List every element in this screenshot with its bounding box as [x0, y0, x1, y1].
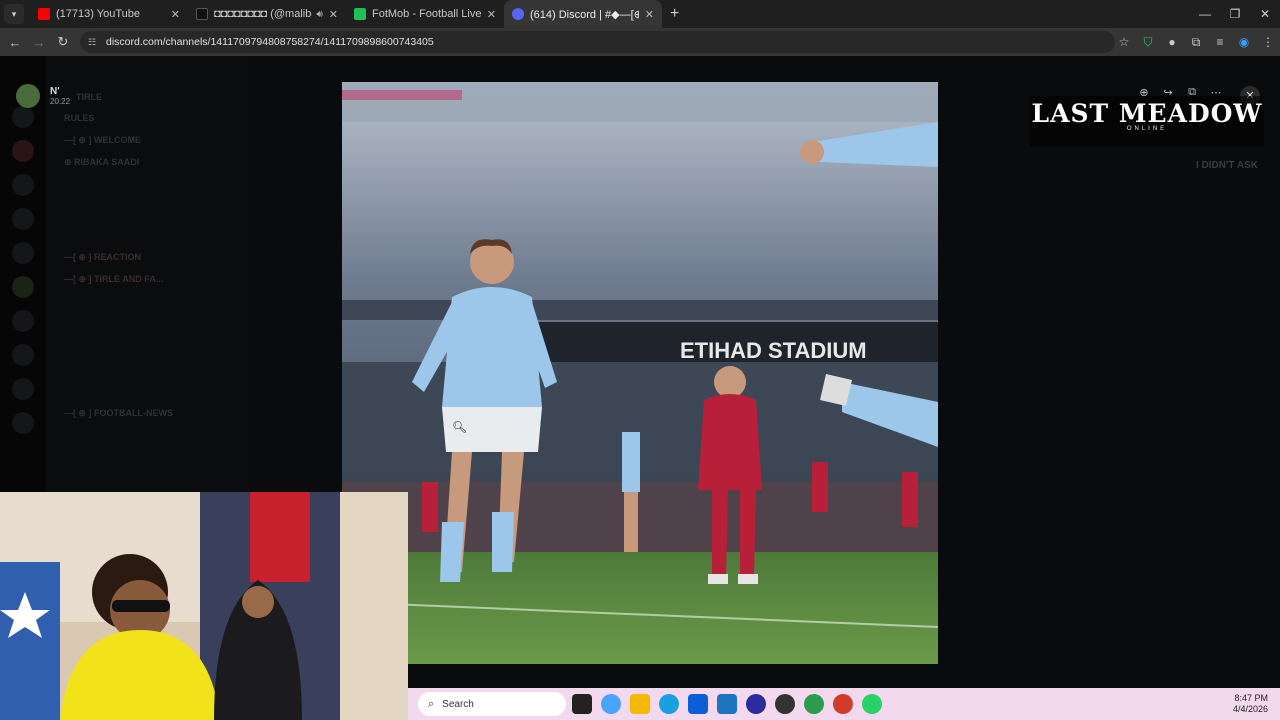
server-icon[interactable] [12, 310, 34, 332]
youtube-favicon-icon [38, 8, 50, 20]
message-time: 20:22 [50, 97, 71, 106]
back-arrow-icon[interactable]: ← [3, 35, 27, 50]
tiktok-favicon-icon [196, 8, 208, 20]
username: N' [50, 86, 60, 97]
puzzle-extensions-icon[interactable]: ⧉ [1184, 35, 1208, 50]
tab-strip: ▾ (17713) YouTube ✕ ◘◘◘◘◘◘◘◘ (@maliboy1 … [0, 0, 1280, 28]
tab-search-button[interactable]: ▾ [4, 4, 24, 24]
reading-list-icon[interactable]: ≡ [1208, 35, 1232, 49]
minimize-icon[interactable]: — [1190, 0, 1220, 28]
fotmob-favicon-icon [354, 8, 366, 20]
address-bar[interactable]: ☷ discord.com/channels/14117097948087582… [80, 31, 1115, 53]
circle-extension-icon[interactable]: ● [1160, 35, 1184, 49]
bookmark-star-icon[interactable]: ☆ [1112, 35, 1136, 49]
browser-toolbar: ← → ↻ ☷ discord.com/channels/14117097948… [0, 28, 1280, 56]
file-explorer-icon[interactable] [630, 694, 650, 714]
tab-discord[interactable]: (614) Discord | #◆—[⊕·⑦]REA ✕ [504, 0, 662, 28]
kebab-menu-icon[interactable]: ⋮ [1256, 35, 1280, 49]
tab-youtube[interactable]: (17713) YouTube ✕ [30, 0, 188, 28]
close-tab-icon[interactable]: ✕ [171, 8, 180, 21]
tab-fotmob[interactable]: FotMob - Football Live Scores ✕ [346, 0, 504, 28]
profile-avatar-icon[interactable]: ◉ [1232, 35, 1256, 49]
logo-main-text: LAST MEADOW [1031, 99, 1263, 128]
pinned-apps [572, 694, 891, 714]
reload-icon[interactable]: ↻ [51, 34, 75, 50]
server-icon[interactable] [12, 412, 34, 434]
tab-title: FotMob - Football Live Scores [372, 8, 481, 20]
copilot-icon[interactable] [601, 694, 621, 714]
chrome-profile-icon[interactable] [833, 694, 853, 714]
channel-item[interactable]: —[ ⊕ ] FOOTBALL-NEWS [64, 408, 173, 419]
server-icon[interactable] [12, 174, 34, 196]
webcam-overlay [0, 492, 408, 720]
avatar[interactable] [16, 84, 40, 108]
window-controls: — ❐ ✕ [1190, 0, 1280, 28]
channel-item[interactable]: —[ ⊕ ] WELCOME [64, 135, 141, 146]
new-tab-plus-icon[interactable]: + [670, 5, 679, 23]
tab-tiktok[interactable]: ◘◘◘◘◘◘◘◘ (@maliboy1 🔊︎ ✕ [188, 0, 346, 28]
server-icon[interactable] [12, 378, 34, 400]
obs-icon[interactable] [775, 694, 795, 714]
store-icon[interactable] [688, 694, 708, 714]
last-meadow-logo: LAST MEADOW ONLINE [1030, 96, 1264, 146]
webcam-image [0, 492, 408, 720]
server-icon[interactable] [12, 208, 34, 230]
clock-date: 4/4/2026 [1232, 704, 1268, 714]
outlook-icon[interactable] [717, 694, 737, 714]
whatsapp-icon[interactable] [862, 694, 882, 714]
zoom-cursor-icon: 🔍︎ [452, 420, 468, 434]
close-window-icon[interactable]: ✕ [1250, 0, 1280, 28]
task-view-icon[interactable] [572, 694, 592, 714]
close-tab-icon[interactable]: ✕ [645, 8, 654, 21]
server-icon[interactable] [12, 242, 34, 264]
channel-item[interactable]: ⊕ RIBAKA SAADI [64, 157, 139, 168]
site-info-icon[interactable]: ☷ [88, 37, 100, 48]
channel-item[interactable]: —[ ⊕ ] REACTION [64, 252, 141, 263]
shield-extension-icon[interactable]: ⛉ [1136, 35, 1160, 50]
close-tab-icon[interactable]: ✕ [487, 8, 496, 21]
toolbar-actions: ☆ ⛉ ● ⧉ ≡ ◉ ⋮ [1112, 28, 1280, 56]
stadium-banner: ETIHAD STADIUM [680, 338, 867, 363]
user-profile[interactable]: N' 20:22 [16, 84, 70, 108]
dim-badge: I DIDN'T ASK [1196, 160, 1259, 171]
system-clock[interactable]: 8:47 PM 4/4/2026 [1233, 693, 1268, 715]
server-icon[interactable] [12, 140, 34, 162]
search-icon: ⌕ [428, 697, 435, 710]
server-icon[interactable] [12, 344, 34, 366]
speaker-icon[interactable]: 🔊︎ [316, 9, 322, 20]
tab-title: (614) Discord | #◆—[⊕·⑦]REA [530, 8, 639, 21]
server-icon[interactable] [12, 106, 34, 128]
expanded-image[interactable]: ETIHAD STADIUM [342, 82, 938, 664]
app-ring-icon[interactable] [746, 694, 766, 714]
discord-favicon-icon [512, 8, 524, 20]
chrome-icon[interactable] [804, 694, 824, 714]
clock-time: 8:47 PM [1234, 693, 1268, 703]
football-photo: ETIHAD STADIUM [342, 82, 938, 664]
search-placeholder: Search [442, 698, 474, 710]
server-icon[interactable] [12, 276, 34, 298]
channel-item[interactable]: —[ ⊕ ] TIRLE AND FA... [64, 274, 163, 285]
tab-title: ◘◘◘◘◘◘◘◘ (@maliboy1 [214, 8, 312, 20]
channel-item[interactable]: RULES [64, 113, 95, 123]
taskbar: ⌕ Search 8:47 PM 4/4/2026 [408, 688, 1280, 720]
forward-arrow-icon[interactable]: → [27, 35, 51, 50]
server-name[interactable]: TIRLE [76, 92, 102, 102]
close-tab-icon[interactable]: ✕ [329, 8, 338, 21]
edge-icon[interactable] [659, 694, 679, 714]
taskbar-search[interactable]: ⌕ Search [418, 692, 566, 716]
tab-title: (17713) YouTube [56, 8, 140, 20]
url-text: discord.com/channels/1411709794808758274… [106, 36, 434, 48]
restore-icon[interactable]: ❐ [1220, 0, 1250, 28]
